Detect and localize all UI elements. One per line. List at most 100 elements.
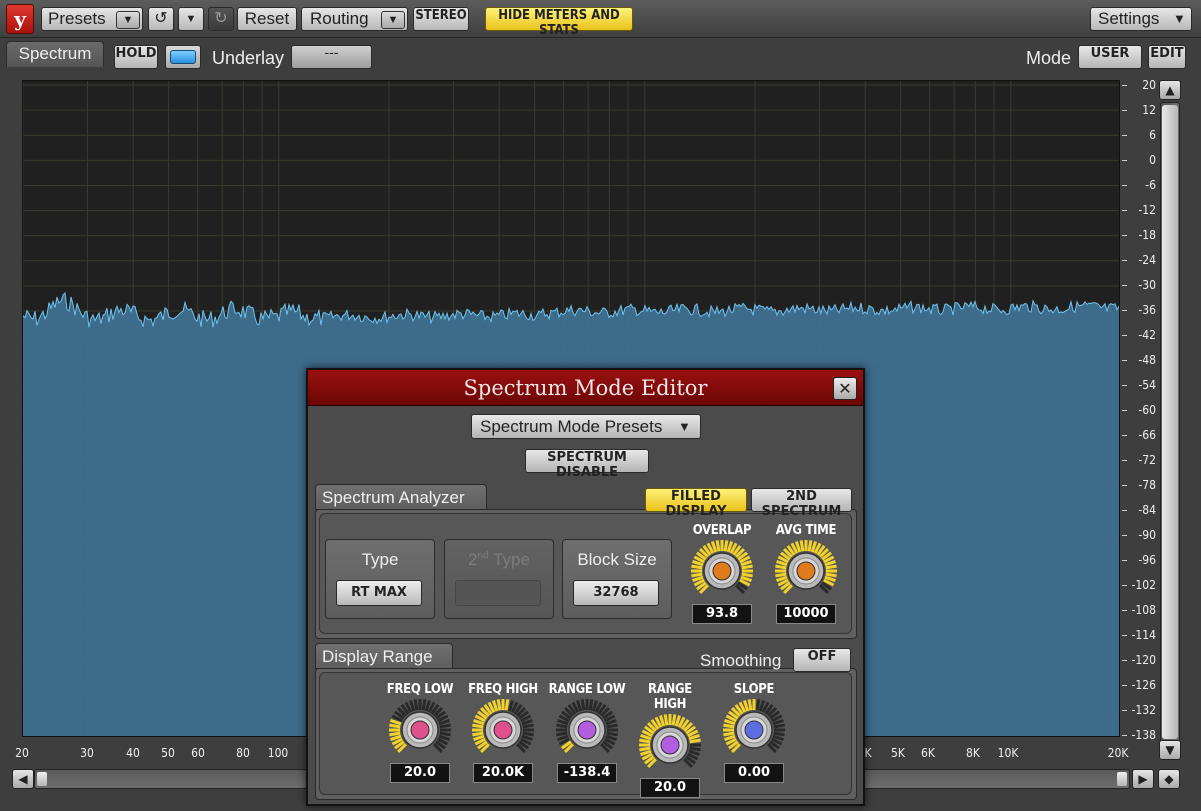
toggle-indicator <box>170 50 196 64</box>
avg-time-dial[interactable] <box>766 538 846 600</box>
scroll-right-icon[interactable]: ▶ <box>1132 769 1154 789</box>
settings-button[interactable]: Settings ▼ <box>1090 7 1192 31</box>
knob-tick <box>580 699 586 711</box>
y-tick-label: -12 <box>1122 203 1156 217</box>
y-tick-label: 6 <box>1122 128 1156 142</box>
spectrum-mode-presets-select[interactable]: Spectrum Mode Presets ▼ <box>471 414 701 439</box>
knob-tick <box>663 714 669 726</box>
overlap-dial[interactable] <box>682 538 762 600</box>
knob-tick <box>691 572 703 578</box>
knob-tick <box>639 746 651 752</box>
range-low-knob[interactable]: RANGE LOW -138.4 <box>547 682 627 783</box>
knob-tick <box>723 723 735 729</box>
range-high-knob[interactable]: RANGE HIGH 20.0 <box>630 682 710 798</box>
redo-menu-chevron-icon[interactable]: ▼ <box>178 7 204 31</box>
reset-button[interactable]: Reset <box>237 7 297 31</box>
knob-cap <box>744 720 764 740</box>
y-tick-label: -36 <box>1122 303 1156 317</box>
horizontal-scroll-thumb[interactable] <box>37 772 47 786</box>
top-toolbar: y Presets ▼ ↺ ▼ ↻ Reset Routing ▼ STEREO… <box>0 0 1201 38</box>
spectrum-disable-button[interactable]: SPECTRUM DISABLE <box>525 449 649 480</box>
scroll-up-icon[interactable]: ▲ <box>1159 80 1181 100</box>
hold-button[interactable]: HOLD <box>114 45 158 69</box>
hide-meters-button[interactable]: HIDE METERS AND STATS <box>485 7 633 38</box>
scroll-down-icon[interactable]: ▼ <box>1159 740 1181 760</box>
presets-button[interactable]: Presets ▼ <box>41 7 143 31</box>
knob-dial[interactable] <box>547 697 627 759</box>
y-tick-label: -6 <box>1122 178 1156 192</box>
knob-label: SLOPE <box>733 682 775 697</box>
knob-dial[interactable] <box>630 712 710 774</box>
knob-value: 20.0 <box>640 778 700 798</box>
underlay-select[interactable]: --- <box>291 45 372 69</box>
redo-icon[interactable]: ↻ <box>208 7 234 31</box>
chevron-down-icon[interactable]: ▼ <box>116 11 140 29</box>
knob-tick <box>389 731 401 737</box>
block-size-select[interactable]: 32768 <box>573 580 659 606</box>
vertical-scroll-track[interactable] <box>1160 102 1180 742</box>
knob-dial[interactable] <box>380 697 460 759</box>
undo-icon[interactable]: ↺ <box>148 7 174 31</box>
knob-cap <box>796 561 816 581</box>
freq-low-knob[interactable]: FREQ LOW 20.0 <box>380 682 460 783</box>
avg-time-knob[interactable]: AVG TIME 10000 <box>766 523 846 624</box>
knob-cap <box>577 720 597 740</box>
freq-high-knob[interactable]: FREQ HIGH 20.0K <box>463 682 543 783</box>
horizontal-scroll-thumb-end[interactable] <box>1117 772 1127 786</box>
knob-cap <box>410 720 430 740</box>
knob-tick <box>421 699 427 711</box>
y-tick-label: 20 <box>1122 78 1156 92</box>
knob-value: 0.00 <box>724 763 784 783</box>
mode-select[interactable]: USER <box>1078 45 1142 69</box>
close-icon[interactable]: ✕ <box>833 377 857 400</box>
x-tick-label: 8K <box>966 746 980 760</box>
knob-dial[interactable] <box>714 697 794 759</box>
routing-label: Routing <box>310 9 369 28</box>
edit-button[interactable]: EDIT <box>1148 45 1186 69</box>
knob-tick <box>556 731 568 737</box>
scroll-left-icon[interactable]: ◀ <box>12 769 34 789</box>
x-tick-label: 20 <box>15 746 29 760</box>
knob-tick <box>715 540 721 552</box>
hold-toggle[interactable] <box>165 45 201 69</box>
knob-cap <box>712 561 732 581</box>
x-tick-label: 80 <box>236 746 250 760</box>
overlap-label: OVERLAP <box>692 523 752 538</box>
vertical-scroll-thumb[interactable] <box>1162 105 1178 739</box>
slope-knob[interactable]: SLOPE 0.00 <box>714 682 794 783</box>
second-spectrum-button[interactable]: 2ND SPECTRUM <box>751 488 852 519</box>
avg-time-value: 10000 <box>776 604 836 624</box>
filled-display-button[interactable]: FILLED DISPLAY <box>645 488 747 519</box>
block-size-label: Block Size <box>577 550 657 569</box>
knob-tick <box>773 731 785 737</box>
y-tick-label: -108 <box>1122 603 1156 617</box>
knob-tick <box>775 572 787 578</box>
overlap-knob[interactable]: OVERLAP 93.8 <box>682 523 762 624</box>
stereo-button[interactable]: STEREO <box>413 7 469 31</box>
spectrum-tab[interactable]: Spectrum <box>6 41 104 67</box>
zoom-fit-icon[interactable]: ◆ <box>1158 769 1180 789</box>
underlay-label: Underlay <box>212 48 285 68</box>
logo-icon: y <box>6 4 34 34</box>
knob-tick <box>389 723 401 729</box>
dialog-title: Spectrum Mode Editor <box>308 370 863 406</box>
vertical-scrollbar[interactable]: ▲ ▼ <box>1158 80 1182 760</box>
type-select[interactable]: RT MAX <box>336 580 422 606</box>
y-tick-label: -24 <box>1122 253 1156 267</box>
knob-tick <box>588 699 594 711</box>
routing-button[interactable]: Routing ▼ <box>301 7 408 31</box>
y-tick-label: -138 <box>1122 728 1156 742</box>
chevron-down-icon[interactable]: ▼ <box>381 11 405 29</box>
knob-tick <box>747 699 753 711</box>
overlap-value: 93.8 <box>692 604 752 624</box>
knob-tick <box>773 723 785 729</box>
knob-tick <box>606 731 618 737</box>
chevron-down-icon: ▼ <box>1173 11 1186 26</box>
knob-label: RANGE LOW <box>548 682 626 697</box>
smoothing-select[interactable]: OFF <box>793 648 851 672</box>
knob-dial[interactable] <box>463 697 543 759</box>
knob-value: 20.0 <box>390 763 450 783</box>
spectrum-analyzer-tab: Spectrum Analyzer <box>315 484 487 510</box>
knob-tick <box>807 540 813 552</box>
y-tick-label: -96 <box>1122 553 1156 567</box>
